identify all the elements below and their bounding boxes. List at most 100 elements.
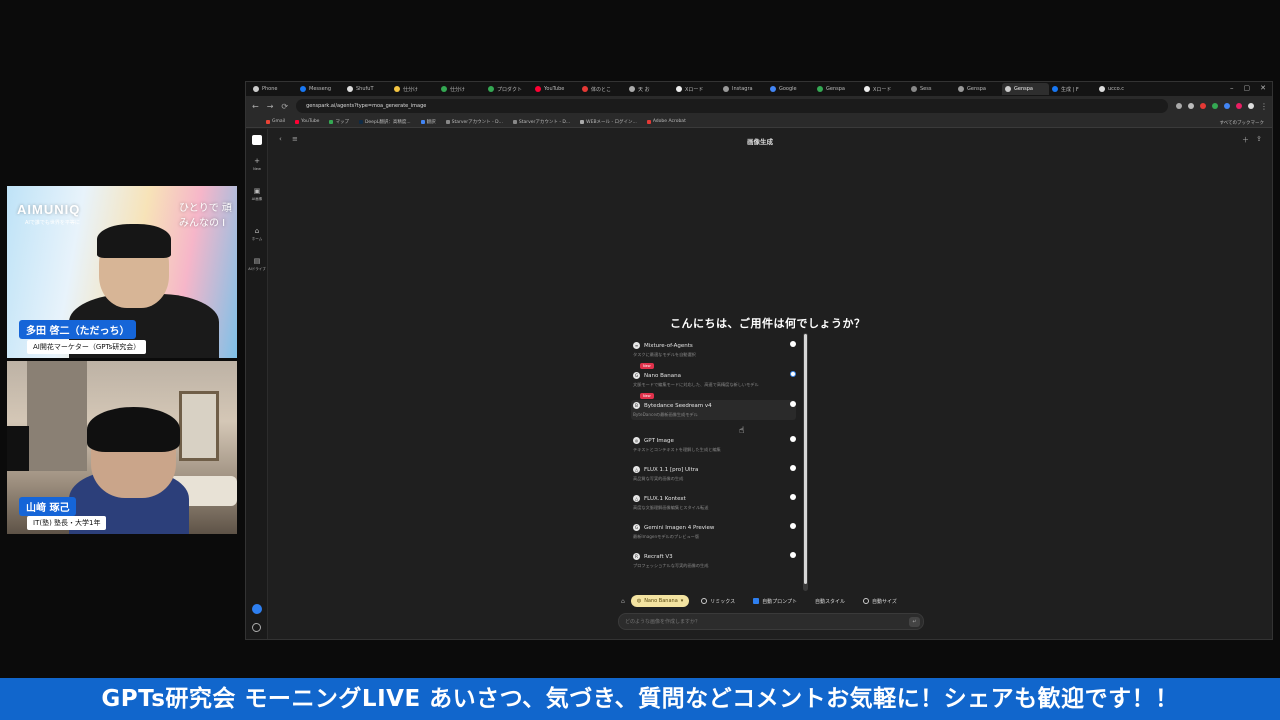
back-icon[interactable]: ←: [252, 102, 259, 111]
extension-icons: ⋮: [1176, 102, 1268, 111]
bookmark-item[interactable]: マップ: [329, 119, 349, 125]
close-icon[interactable]: ✕: [1260, 84, 1266, 92]
remix-toggle[interactable]: リミックス: [695, 595, 741, 607]
browser-tab[interactable]: Xロード: [861, 83, 908, 95]
auto-style-button[interactable]: 自動スタイル: [809, 595, 851, 607]
tab-favicon-icon: [864, 86, 870, 92]
bookmark-item[interactable]: 翻訳: [420, 119, 436, 125]
browser-tab[interactable]: Genspa: [955, 83, 1002, 95]
model-option[interactable]: B Bytedance Seedream v4 New ByteDanceの最新画像生…: [631, 393, 796, 420]
browser-tab[interactable]: Instagra: [720, 83, 767, 95]
tab-label: 体のとこ: [591, 86, 612, 93]
model-option[interactable]: △ FLUX 1.1 [pro] Ultra 高品質な写実的画像の生成: [631, 464, 796, 484]
radio-icon[interactable]: [790, 494, 796, 500]
browser-tab[interactable]: ucco.c: [1096, 83, 1143, 95]
auto-prompt-checkbox[interactable]: 自動プロンプト: [747, 595, 803, 607]
tab-favicon-icon: [911, 86, 917, 92]
browser-tab[interactable]: Messeng: [297, 83, 344, 95]
share-icon[interactable]: ⇪: [1256, 135, 1262, 143]
radio-icon[interactable]: [790, 465, 796, 471]
prompt-input[interactable]: [625, 617, 895, 627]
sidebar-item-home[interactable]: ⌂ ホーム: [246, 227, 268, 242]
bookmark-label: WEBメール - ログイン...: [586, 119, 637, 125]
model-name: FLUX 1.1 [pro] Ultra: [644, 466, 699, 473]
settings-icon[interactable]: [252, 623, 261, 632]
model-option[interactable]: R Recraft V3 プロフェッショナルな写実的画像の生成: [631, 551, 796, 571]
reload-icon[interactable]: ⟳: [281, 102, 288, 111]
extension-icon[interactable]: [1212, 103, 1218, 109]
url-field[interactable]: genspark.ai/agents?type=moa_generate_ima…: [296, 99, 1168, 113]
browser-tab[interactable]: ShufuT: [344, 83, 391, 95]
extension-icon[interactable]: [1236, 103, 1242, 109]
browser-tab[interactable]: Phone: [250, 83, 297, 95]
browser-tab[interactable]: 仕分け: [438, 83, 485, 95]
bookmark-item[interactable]: Starverアカウント - D...: [445, 119, 503, 125]
send-button[interactable]: ↵: [909, 617, 920, 627]
menu-icon[interactable]: ⋮: [1260, 102, 1268, 111]
extension-icon[interactable]: [1200, 103, 1206, 109]
bookmark-item[interactable]: Starverアカウント - D...: [512, 119, 571, 125]
bookmark-label: Starverアカウント - D...: [518, 119, 571, 125]
browser-tab[interactable]: Genspa: [814, 83, 861, 95]
tab-label: Phone: [262, 86, 278, 92]
model-description: テキストとコンテキストを理解した生成と編集: [633, 447, 721, 452]
browser-tab[interactable]: Genspa: [1002, 83, 1049, 95]
radio-icon[interactable]: [790, 552, 796, 558]
auto-size-button[interactable]: 自動サイズ: [857, 595, 903, 607]
browser-tab[interactable]: 体のとこ: [579, 83, 626, 95]
tab-label: Sess: [920, 86, 932, 92]
profile-avatar[interactable]: [1248, 103, 1254, 109]
tab-favicon-icon: [1099, 86, 1105, 92]
bookmark-item[interactable]: Gmail: [266, 119, 285, 124]
tab-label: Instagra: [732, 86, 753, 92]
sidebar-item-new[interactable]: + New: [246, 157, 268, 171]
model-logo-icon: △: [633, 466, 640, 473]
radio-icon[interactable]: [790, 436, 796, 442]
browser-tab[interactable]: YouTube: [532, 83, 579, 95]
bookmark-item[interactable]: Adobe Acrobat: [646, 119, 686, 124]
model-option[interactable]: G Gemini Imagen 4 Preview 最新Imagenモデルのプレビュ…: [631, 522, 796, 542]
model-option[interactable]: △ FLUX.1 Kontext 高度な文脈理解画像編集とスタイル転送: [631, 493, 796, 513]
sidebar-item-ai-drive[interactable]: ▤ AIドライブ: [246, 257, 268, 272]
tab-label: 仕分け: [450, 86, 466, 93]
minimize-icon[interactable]: –: [1230, 84, 1234, 92]
new-chat-icon[interactable]: ＋: [1242, 135, 1249, 145]
forward-icon[interactable]: →: [267, 102, 274, 111]
user-avatar[interactable]: [252, 604, 262, 614]
tab-favicon-icon: [394, 86, 400, 92]
bookmark-item[interactable]: YouTube: [295, 119, 319, 124]
all-bookmarks-link[interactable]: すべてのブックマーク: [1219, 120, 1264, 126]
bookmark-label: Starverアカウント - D...: [451, 119, 503, 125]
browser-tab[interactable]: 天 お: [626, 83, 673, 95]
radio-selected-icon[interactable]: [790, 371, 796, 377]
browser-tab[interactable]: 生成 | F: [1049, 83, 1096, 95]
model-option[interactable]: ≡ Mixture-of-Agents タスクに最適なモデルを自動選択: [631, 340, 796, 360]
extension-icon[interactable]: [1176, 103, 1182, 109]
model-logo-icon: G: [633, 524, 640, 531]
maximize-icon[interactable]: ▢: [1244, 84, 1251, 92]
model-name: Bytedance Seedream v4: [644, 402, 712, 409]
radio-icon[interactable]: [790, 401, 796, 407]
attach-icon[interactable]: ⌂: [621, 598, 625, 605]
model-option[interactable]: G Nano Banana New 文脈モードで編集モードに対応した、高速で高精度な新…: [631, 363, 796, 390]
model-selector-pill[interactable]: ◍ Nano Banana ▾: [630, 595, 690, 607]
banana-icon: ◍: [636, 598, 642, 604]
browser-tab[interactable]: Xロード: [673, 83, 720, 95]
bookmark-item[interactable]: DeepL翻訳：高精度...: [358, 119, 411, 125]
browser-tab[interactable]: 仕分け: [391, 83, 438, 95]
tab-label: プロダクト: [497, 86, 523, 93]
tab-favicon-icon: [441, 86, 447, 92]
radio-icon[interactable]: [790, 523, 796, 529]
model-option[interactable]: ◎ GPT Image テキストとコンテキストを理解した生成と編集: [631, 435, 796, 455]
bookmark-item[interactable]: WEBメール - ログイン...: [580, 119, 637, 125]
browser-tab[interactable]: プロダクト: [485, 83, 532, 95]
radio-icon[interactable]: [790, 341, 796, 347]
browser-tab[interactable]: Sess: [908, 83, 955, 95]
model-name: Gemini Imagen 4 Preview: [644, 524, 715, 531]
bookmark-label: Adobe Acrobat: [652, 119, 686, 124]
extension-icon[interactable]: [1224, 103, 1230, 109]
bookmark-star-icon[interactable]: [1188, 103, 1194, 109]
browser-tab[interactable]: Google: [767, 83, 814, 95]
sidebar-item-ai-image[interactable]: ▣ AI画像: [246, 187, 268, 202]
guest-name-tag: 山﨑 琢己: [19, 497, 77, 516]
